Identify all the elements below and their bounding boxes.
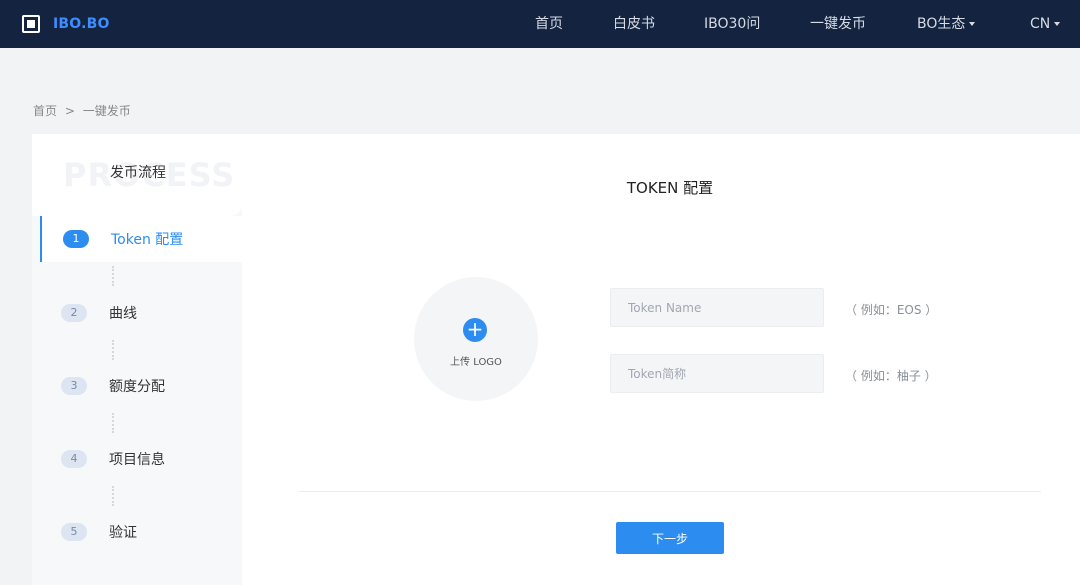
step-connector [112,413,114,433]
divider [298,491,1041,492]
breadcrumb-home[interactable]: 首页 [33,104,57,118]
step-label: Token 配置 [111,232,184,248]
step-label: 额度分配 [109,379,165,395]
step-number: 2 [61,304,87,322]
upload-label: 上传 LOGO [450,357,502,368]
next-step-button[interactable]: 下一步 [616,522,724,554]
nav-item-issue-token[interactable]: 一键发币 [810,0,866,48]
chevron-down-icon [969,22,976,26]
step-verify[interactable]: 5 验证 [40,509,242,555]
step-label: 项目信息 [109,452,165,468]
step-number: 3 [61,377,87,395]
step-connector [112,486,114,506]
token-symbol-hint: （ 例如：柚子 ） [845,369,937,383]
page-title: TOKEN 配置 [626,179,714,197]
breadcrumb-separator: > [64,104,75,118]
language-selector[interactable]: CN [1030,0,1061,48]
step-curve[interactable]: 2 曲线 [40,290,242,336]
token-name-hint: （ 例如：EOS ） [845,303,938,317]
step-connector [112,340,114,360]
nav-item-home[interactable]: 首页 [535,0,563,48]
sidebar-header: PROCESS 发币流程 [32,134,242,216]
step-project-info[interactable]: 4 项目信息 [40,436,242,482]
logo[interactable]: IBO.BO [22,15,110,33]
step-allocation[interactable]: 3 额度分配 [40,363,242,409]
token-name-input[interactable] [610,288,824,327]
logo-icon [22,15,40,33]
nav-item-faq[interactable]: IBO30问 [704,0,760,48]
token-symbol-input[interactable] [610,354,824,393]
process-sidebar: PROCESS 发币流程 1 Token 配置 2 曲线 3 额度分配 4 项目… [32,134,242,585]
main-panel: TOKEN 配置 + 上传 LOGO （ 例如：EOS ） （ 例如：柚子 ） … [242,134,1080,585]
chevron-down-icon [1054,22,1061,26]
step-connector [112,266,114,286]
nav-item-whitepaper[interactable]: 白皮书 [613,0,655,48]
step-number: 1 [63,230,89,248]
step-label: 验证 [109,525,137,541]
step-token-config[interactable]: 1 Token 配置 [40,216,242,262]
sidebar-title: 发币流程 [110,165,166,181]
plus-icon: + [463,318,487,342]
step-label: 曲线 [109,306,137,322]
logo-upload[interactable]: + 上传 LOGO [414,277,538,401]
top-navbar: IBO.BO 首页 白皮书 IBO30问 一键发币 BO生态 CN [0,0,1080,48]
step-number: 5 [61,523,87,541]
logo-text: IBO.BO [53,16,110,32]
nav-item-bo-ecosystem[interactable]: BO生态 [917,0,976,48]
step-number: 4 [61,450,87,468]
breadcrumb: 首页 > 一键发币 [33,102,135,119]
breadcrumb-current: 一键发币 [82,104,131,118]
